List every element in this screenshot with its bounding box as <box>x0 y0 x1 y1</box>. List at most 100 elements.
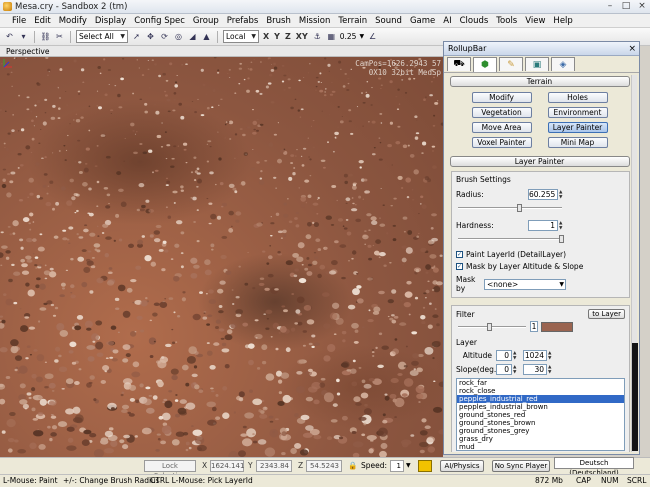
speed-chevron-icon[interactable]: ▼ <box>406 460 411 472</box>
undo-icon[interactable]: ↶ <box>4 31 15 42</box>
tab-layers[interactable]: ◈ <box>551 57 575 71</box>
menu-file[interactable]: File <box>8 16 30 26</box>
close-button[interactable]: × <box>636 1 648 11</box>
axis-xy-button[interactable]: XY <box>295 32 309 41</box>
menu-prefabs[interactable]: Prefabs <box>223 16 263 26</box>
hardness-input[interactable]: 1 <box>528 220 558 231</box>
move-area-button[interactable]: Move Area <box>471 122 532 133</box>
altitude-min-spinner-icon[interactable]: ▲ ▼ <box>513 350 519 361</box>
vegetation-button[interactable]: Vegetation <box>471 107 532 118</box>
maximize-button[interactable]: □ <box>620 1 632 11</box>
paint-layerid-checkbox[interactable]: ✓ <box>456 251 463 258</box>
scrollbar-thumb[interactable] <box>632 343 638 451</box>
menu-edit[interactable]: Edit <box>30 16 54 26</box>
holes-button[interactable]: Holes <box>547 92 608 103</box>
environment-button[interactable]: Environment <box>547 107 608 118</box>
menu-brush[interactable]: Brush <box>262 16 295 26</box>
filter-slider-thumb[interactable] <box>487 322 493 331</box>
menu-view[interactable]: View <box>521 16 549 26</box>
list-item[interactable]: ground_stones_red <box>457 411 624 419</box>
close-icon[interactable]: × <box>628 42 636 56</box>
to-layer-button[interactable]: to Layer <box>588 309 625 319</box>
rotate-icon[interactable]: ⟳ <box>159 31 170 42</box>
radius-spinner-icon[interactable]: ▲ ▼ <box>559 189 565 200</box>
terrain-follow-icon[interactable]: ⚓ <box>312 31 323 42</box>
rollup-scrollbar[interactable] <box>631 75 638 452</box>
menu-modify[interactable]: Modify <box>55 16 91 26</box>
snap-icon[interactable]: ◢ <box>187 31 198 42</box>
slope-min-input[interactable]: 0 <box>496 364 512 375</box>
axis-z-button[interactable]: Z <box>284 32 292 41</box>
list-item[interactable]: pepples_industrial_brown <box>457 403 624 411</box>
mini-map-button[interactable]: Mini Map <box>547 137 608 148</box>
sync-player-button[interactable]: No Sync Player <box>492 460 550 472</box>
radius-input[interactable]: 60.255 <box>528 189 558 200</box>
menu-game[interactable]: Game <box>406 16 439 26</box>
terrain-section-header[interactable]: Terrain <box>449 76 630 87</box>
redo-icon[interactable]: ▾ <box>18 31 29 42</box>
terrain-snap-icon[interactable]: ▲ <box>201 31 212 42</box>
grid-icon[interactable]: ▦ <box>326 31 337 42</box>
y-coordinate-field[interactable]: 2343.84 <box>256 460 292 472</box>
select-arrow-icon[interactable]: ➚ <box>131 31 142 42</box>
lock-selection-button[interactable]: Lock Selection <box>144 460 196 480</box>
slope-max-spinner-icon[interactable]: ▲ ▼ <box>548 364 554 375</box>
speed-input[interactable]: 1 <box>390 460 404 472</box>
list-item[interactable]: rock_close <box>457 387 624 395</box>
menu-group[interactable]: Group <box>189 16 223 26</box>
move-icon[interactable]: ✥ <box>145 31 156 42</box>
filter-value[interactable]: 1 <box>530 321 538 332</box>
hardness-slider[interactable] <box>456 235 564 243</box>
list-item[interactable]: ground_stones_grey <box>457 427 624 435</box>
menu-sound[interactable]: Sound <box>371 16 406 26</box>
list-item[interactable]: grass_dry <box>457 435 624 443</box>
ai-physics-button[interactable]: AI/Physics <box>440 460 484 472</box>
minimize-button[interactable]: – <box>604 1 616 11</box>
angle-snap-icon[interactable]: ∠ <box>367 31 378 42</box>
hardness-slider-thumb[interactable] <box>559 235 564 243</box>
menu-ai[interactable]: AI <box>439 16 455 26</box>
mask-altitude-checkbox[interactable]: ✓ <box>456 263 463 270</box>
layer-painter-section-header[interactable]: Layer Painter <box>449 156 630 167</box>
list-item[interactable]: rock_far <box>457 379 624 387</box>
list-item-selected[interactable]: pepples_industrial_red <box>457 395 624 403</box>
menu-tools[interactable]: Tools <box>492 16 521 26</box>
link-icon[interactable]: ⛓ <box>40 31 51 42</box>
tab-terrain[interactable]: ⬢ <box>473 57 497 72</box>
selection-mask-select[interactable]: Select All ▼ <box>76 30 128 43</box>
scale-icon[interactable]: ◎ <box>173 31 184 42</box>
layer-color-swatch[interactable] <box>541 321 573 332</box>
tab-display[interactable]: ▣ <box>525 57 549 71</box>
x-coordinate-field[interactable]: 1624.141 <box>210 460 244 472</box>
menu-display[interactable]: Display <box>91 16 130 26</box>
altitude-min-input[interactable]: 0 <box>496 350 512 361</box>
hardness-spinner-icon[interactable]: ▲ ▼ <box>559 220 565 231</box>
radius-slider-thumb[interactable] <box>516 204 522 212</box>
axis-y-button[interactable]: Y <box>273 32 281 41</box>
tab-objects[interactable]: ⛟ <box>447 57 471 71</box>
chevron-down-icon[interactable]: ▼ <box>359 33 364 40</box>
viewport-title[interactable]: Perspective <box>0 46 443 57</box>
menu-clouds[interactable]: Clouds <box>456 16 493 26</box>
lock-icon[interactable]: 🔒 <box>348 460 357 472</box>
modify-button[interactable]: Modify <box>471 92 532 103</box>
slope-max-input[interactable]: 30 <box>523 364 547 375</box>
tab-modeling[interactable]: ✎ <box>499 57 523 71</box>
language-indicator[interactable]: Deutsch (Deutschland) <box>554 457 634 477</box>
unlink-icon[interactable]: ✂ <box>54 31 65 42</box>
axis-x-button[interactable]: X <box>262 32 270 41</box>
z-coordinate-field[interactable]: 54.5243 <box>306 460 342 472</box>
radius-slider[interactable] <box>456 204 564 212</box>
menu-mission[interactable]: Mission <box>295 16 335 26</box>
layer-list[interactable]: rock_far rock_close pepples_industrial_r… <box>456 378 625 451</box>
altitude-max-input[interactable]: 1024 <box>523 350 547 361</box>
menu-help[interactable]: Help <box>549 16 576 26</box>
altitude-max-spinner-icon[interactable]: ▲ ▼ <box>548 350 554 361</box>
layer-painter-button[interactable]: Layer Painter <box>547 122 608 133</box>
game-mode-icon[interactable] <box>418 460 432 472</box>
voxel-painter-button[interactable]: Voxel Painter <box>471 137 532 148</box>
mask-by-select[interactable]: <none> ▼ <box>484 278 566 290</box>
list-item[interactable]: mud <box>457 443 624 450</box>
menu-config-spec[interactable]: Config Spec <box>130 16 189 26</box>
filter-slider[interactable] <box>456 322 528 331</box>
